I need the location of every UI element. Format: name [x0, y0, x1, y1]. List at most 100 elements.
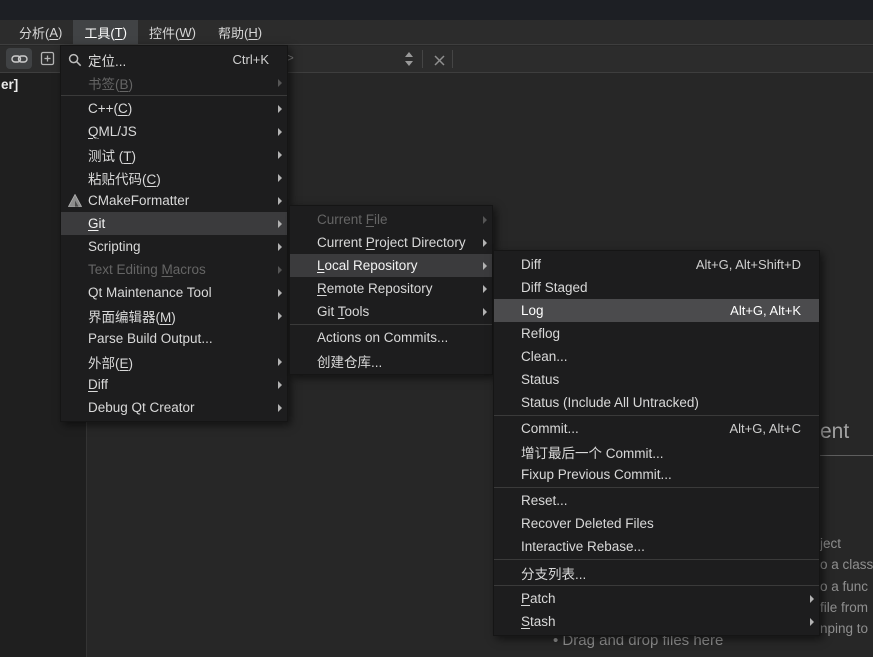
menu-item[interactable]: Scripting — [61, 235, 287, 258]
menu-item[interactable]: 粘贴代码(C) — [61, 166, 287, 189]
menu-item-label: 界面编辑器(M) — [88, 306, 269, 326]
menu-item-label: Reset... — [521, 493, 801, 508]
submenu-arrow-icon — [801, 618, 814, 626]
menu-item[interactable]: 分支列表... — [494, 561, 819, 584]
menu-item-label: Fixup Previous Commit... — [521, 467, 801, 482]
menu-item[interactable]: 界面编辑器(M) — [61, 304, 287, 327]
menu-item-label: Recover Deleted Files — [521, 516, 801, 531]
menu-item-label: 创建仓库... — [317, 351, 474, 371]
menu-item[interactable]: C++(C) — [61, 97, 287, 120]
shortcut-label: Ctrl+K — [233, 52, 269, 67]
menu-item[interactable]: CMakeFormatter — [61, 189, 287, 212]
menu-item[interactable]: 测试 (T) — [61, 143, 287, 166]
menu-item-label: Stash — [521, 614, 801, 629]
menu-separator — [494, 487, 819, 488]
menu-separator — [494, 559, 819, 560]
menu-item[interactable]: 外部(E) — [61, 350, 287, 373]
submenu-arrow-icon — [474, 262, 487, 270]
menu-item[interactable]: Local Repository — [290, 254, 492, 277]
submenu-arrow-icon — [269, 79, 282, 87]
title-bar — [0, 0, 873, 20]
menu-item[interactable]: Status — [494, 368, 819, 391]
add-split-icon[interactable] — [34, 48, 60, 69]
menu-item-label: Status — [521, 372, 801, 387]
menu-item[interactable]: LogAlt+G, Alt+K — [494, 299, 819, 322]
sidebar-text-fragment: er] — [1, 77, 18, 92]
menu-item[interactable]: Reflog — [494, 322, 819, 345]
editor-hint-fragment: ject — [820, 536, 841, 551]
menubar-item-tools[interactable]: 工具(T) — [73, 20, 138, 44]
menu-item[interactable]: Reset... — [494, 489, 819, 512]
close-icon[interactable] — [429, 50, 449, 70]
menu-item[interactable]: Parse Build Output... — [61, 327, 287, 350]
menu-item[interactable]: Remote Repository — [290, 277, 492, 300]
shortcut-label: Alt+G, Alt+Shift+D — [696, 257, 801, 272]
menu-separator — [494, 415, 819, 416]
menubar-item-analyze[interactable]: 分析(A) — [8, 20, 73, 44]
submenu-arrow-icon — [269, 105, 282, 113]
menu-item[interactable]: Fixup Previous Commit... — [494, 463, 819, 486]
menu-item-label: 定位... — [88, 50, 209, 70]
menu-item[interactable]: 增订最后一个 Commit... — [494, 440, 819, 463]
menu-item[interactable]: Actions on Commits... — [290, 326, 492, 349]
menu-item[interactable]: Clean... — [494, 345, 819, 368]
submenu-arrow-icon — [269, 243, 282, 251]
menu-item[interactable]: Recover Deleted Files — [494, 512, 819, 535]
menu-item[interactable]: Stash — [494, 610, 819, 633]
menu-item-label: 粘贴代码(C) — [88, 168, 269, 188]
updown-icon[interactable] — [404, 51, 414, 72]
menu-item: Text Editing Macros — [61, 258, 287, 281]
menu-item-label: Text Editing Macros — [88, 262, 269, 277]
submenu-arrow-icon — [269, 174, 282, 182]
menu-item-label: Scripting — [88, 239, 269, 254]
submenu-arrow-icon — [474, 308, 487, 316]
editor-hint-fragment: o a func — [820, 579, 868, 594]
menu-item-label: 分支列表... — [521, 563, 801, 583]
menu-item-label: Git Tools — [317, 304, 474, 319]
menu-item-label: 外部(E) — [88, 352, 269, 372]
editor-heading-fragment: ent — [820, 420, 849, 444]
menubar-item-help[interactable]: 帮助(H) — [207, 20, 273, 44]
menu-item-label: 增订最后一个 Commit... — [521, 442, 801, 462]
submenu-arrow-icon — [269, 404, 282, 412]
menu-item-label: Diff — [521, 257, 672, 272]
menu-item[interactable]: QML/JS — [61, 120, 287, 143]
menu-item-label: Local Repository — [317, 258, 474, 273]
submenu-arrow-icon — [474, 239, 487, 247]
submenu-arrow-icon — [269, 220, 282, 228]
menu-item: 书签(B) — [61, 71, 287, 94]
cmake-icon — [61, 194, 88, 207]
menubar-item-window[interactable]: 控件(W) — [138, 20, 207, 44]
menu-bar: 分析(A) 工具(T) 控件(W) 帮助(H) — [0, 20, 873, 45]
menu-item[interactable]: Git Tools — [290, 300, 492, 323]
menu-item[interactable]: Patch — [494, 587, 819, 610]
menu-item[interactable]: Diff Alt+G, Alt+Shift+D — [494, 253, 819, 276]
menu-item-label: Actions on Commits... — [317, 330, 474, 345]
menu-item[interactable]: Current Project Directory — [290, 231, 492, 254]
menu-item-label: Interactive Rebase... — [521, 539, 801, 554]
menu-item-label: Qt Maintenance Tool — [88, 285, 269, 300]
link-icon[interactable] — [6, 48, 32, 69]
menu-item[interactable]: 创建仓库... — [290, 349, 492, 372]
menu-item[interactable]: 定位... Ctrl+K — [61, 48, 287, 71]
menu-item-label: Debug Qt Creator — [88, 400, 269, 415]
submenu-arrow-icon — [269, 312, 282, 320]
menu-item-label: 书签(B) — [88, 73, 269, 93]
menu-item-label: Diff Staged — [521, 280, 801, 295]
menu-separator — [494, 585, 819, 586]
submenu-arrow-icon — [269, 358, 282, 366]
menu-item[interactable]: Qt Maintenance Tool — [61, 281, 287, 304]
menu-item[interactable]: Diff — [61, 373, 287, 396]
submenu-arrow-icon — [269, 266, 282, 274]
menu-item[interactable]: Git — [61, 212, 287, 235]
menu-item-label: Log — [521, 303, 706, 318]
menu-item[interactable]: Diff Staged — [494, 276, 819, 299]
menu-item[interactable]: Commit...Alt+G, Alt+C — [494, 417, 819, 440]
menu-item-label: Git — [88, 216, 269, 231]
menu-item-label: Clean... — [521, 349, 801, 364]
menu-item[interactable]: Status (Include All Untracked) — [494, 391, 819, 414]
menu-item[interactable]: Debug Qt Creator — [61, 396, 287, 419]
menu-item[interactable]: Interactive Rebase... — [494, 535, 819, 558]
menu-item-label: Patch — [521, 591, 801, 606]
submenu-arrow-icon — [269, 289, 282, 297]
